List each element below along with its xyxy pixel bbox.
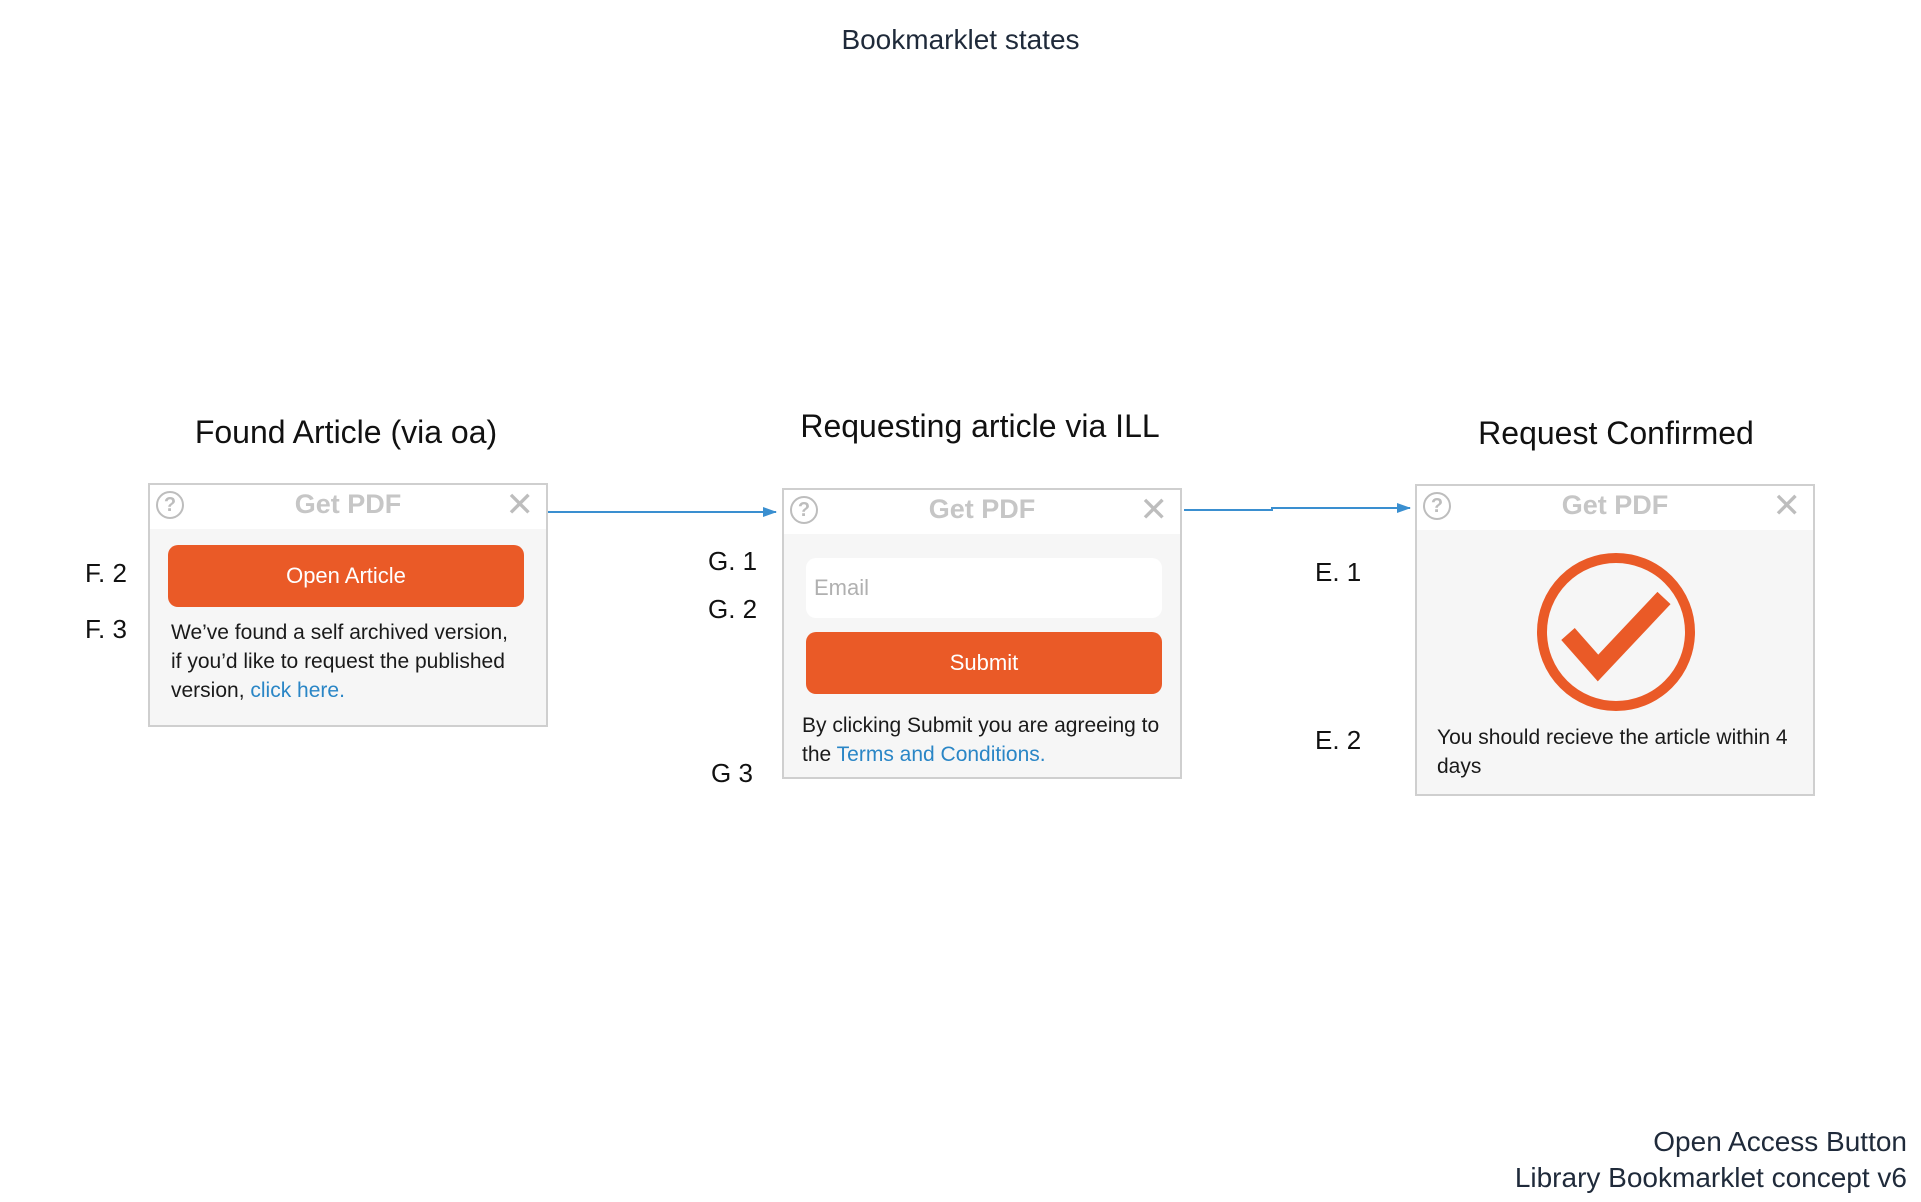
state-title-confirmed: Request Confirmed [1478,415,1754,451]
widget-header: ? Get PDF ✕ [150,485,546,529]
terms-message: By clicking Submit you are agreeing to t… [802,711,1172,769]
state-title-found: Found Article (via oa) [194,414,498,450]
label-f2: F. 2 [85,558,127,588]
label-g1: G. 1 [708,546,758,576]
email-field[interactable] [806,558,1162,618]
footer-line-1: Open Access Button [1653,1126,1907,1157]
close-icon[interactable]: ✕ [1140,492,1169,528]
label-e2: E. 2 [1315,725,1362,755]
widget-requesting: ? Get PDF ✕ Submit By clicking Submit yo… [782,488,1182,779]
widget-title: Get PDF [1561,490,1669,520]
close-icon[interactable]: ✕ [506,487,535,523]
widget-header: ? Get PDF ✕ [1417,486,1813,530]
footer-line-2: Library Bookmarklet concept v6 [1514,1162,1907,1193]
widget-title: Get PDF [294,489,402,519]
widget-found-article: ? Get PDF ✕ Open Article We’ve found a s… [148,483,548,727]
label-e1: E. 1 [1315,557,1362,587]
widget-header: ? Get PDF ✕ [784,490,1180,534]
terms-link[interactable]: Terms and Conditions. [837,743,1046,766]
footer: Open Access Button Library Bookmarklet c… [1515,1124,1907,1196]
confirmation-message: You should recieve the article within 4 … [1437,726,1788,778]
submit-button[interactable]: Submit [806,632,1162,694]
request-published-link[interactable]: click here. [250,679,345,702]
label-g2: G. 2 [708,594,758,624]
widget-confirmed: ? Get PDF ✕ You should recieve the artic… [1415,484,1815,796]
checkmark-circle-icon [1537,553,1695,711]
widget-title: Get PDF [928,494,1036,524]
close-icon[interactable]: ✕ [1773,488,1802,524]
open-article-button[interactable]: Open Article [168,545,524,607]
state-title-requesting: Requesting article via ILL [800,408,1160,444]
found-message: We’ve found a self archived version, if … [171,618,511,705]
label-f3: F. 3 [85,614,127,644]
arrow-requesting-to-confirmed [1184,503,1411,513]
label-g3: G 3 [711,758,753,788]
